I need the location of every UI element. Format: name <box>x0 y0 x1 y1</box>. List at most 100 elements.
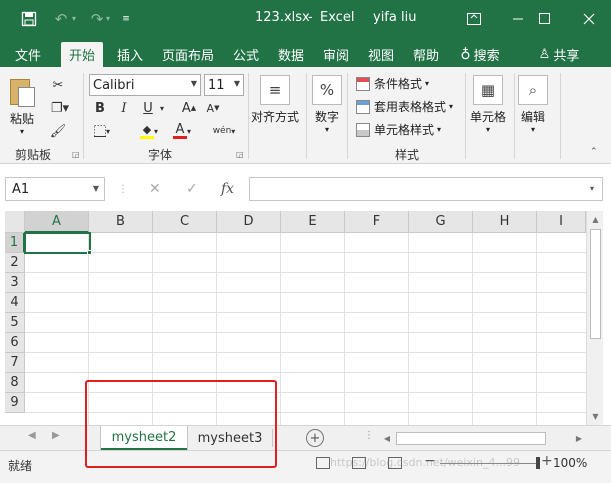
fill-handle[interactable] <box>87 250 92 255</box>
tab-search[interactable]: ♁ 搜索 <box>452 42 508 67</box>
row-header[interactable]: 7 <box>5 353 25 373</box>
scroll-right-icon[interactable]: ▶ <box>572 431 586 446</box>
cell-styles-button[interactable]: 单元格样式 ▾ <box>356 119 441 140</box>
decrease-font-button[interactable]: A ▼ <box>204 98 222 118</box>
ribbon: 粘贴 ▾ ✂ ❐▾ 🖌 剪贴板 ◲ Calibri ▼ 11 ▼ B I U ▾ A… <box>0 67 611 164</box>
ribbon-display-options-icon[interactable] <box>452 0 496 37</box>
column-header[interactable]: I <box>537 211 586 233</box>
next-sheet-icon[interactable]: ▶ <box>52 430 60 441</box>
copy-icon[interactable]: ❐▾ <box>48 98 72 118</box>
number-label: 数字 <box>314 110 339 124</box>
cells-icon: ▦ <box>473 75 503 105</box>
conditional-formatting-icon <box>356 76 370 91</box>
name-box[interactable]: A1 ▼ <box>5 177 105 201</box>
row-header[interactable]: 1 <box>5 233 25 253</box>
zoom-level[interactable]: 100% <box>553 456 587 470</box>
active-cell[interactable] <box>24 232 91 254</box>
zoom-slider-thumb[interactable] <box>536 457 540 469</box>
font-launcher-icon[interactable]: ◲ <box>236 150 244 159</box>
redo-dropdown-icon[interactable]: ▾ <box>102 0 114 37</box>
shrink-font-label: A <box>206 101 215 115</box>
column-header[interactable]: E <box>281 211 345 233</box>
paste-button[interactable]: 粘贴 ▾ <box>8 75 36 136</box>
fill-color-icon[interactable]: ◆ ▾ <box>134 121 164 141</box>
font-color-label: A <box>175 121 185 137</box>
zoom-out-icon[interactable]: − <box>424 453 436 469</box>
row-header[interactable]: 6 <box>5 333 25 353</box>
user-name[interactable]: yifa liu <box>373 10 416 25</box>
expand-formula-bar-icon[interactable]: ▾ <box>590 184 594 193</box>
alignment-button[interactable]: ≡ 对齐方式 <box>251 75 299 125</box>
group-divider <box>306 73 307 159</box>
editing-label: 编辑 <box>520 110 545 124</box>
normal-view-icon[interactable] <box>316 457 330 469</box>
share-button[interactable]: ♙ 共享 <box>534 42 584 67</box>
page-break-view-icon[interactable] <box>388 457 402 469</box>
vertical-scrollbar[interactable]: ▲ ▼ <box>586 211 603 425</box>
add-sheet-icon[interactable]: + <box>306 429 324 447</box>
collapse-ribbon-icon[interactable]: ⌃ <box>590 147 598 157</box>
row-header[interactable]: 4 <box>5 293 25 313</box>
number-format-button[interactable]: % 数字 ▾ <box>312 75 342 134</box>
column-header[interactable]: G <box>409 211 473 233</box>
row-header[interactable]: 5 <box>5 313 25 333</box>
tab-view[interactable]: 视图 <box>361 42 401 67</box>
tab-insert[interactable]: 插入 <box>110 42 150 67</box>
row-header[interactable]: 8 <box>5 373 25 393</box>
zoom-slider[interactable] <box>440 463 540 464</box>
column-header[interactable]: H <box>473 211 537 233</box>
column-header[interactable]: B <box>89 211 153 233</box>
phonetic-guide-icon[interactable]: wén ▾ <box>210 121 238 141</box>
column-header[interactable]: A <box>25 211 89 233</box>
borders-icon[interactable]: ▾ <box>90 121 114 141</box>
underline-button[interactable]: U <box>138 98 158 118</box>
editing-button[interactable]: ⌕ 编辑 ▾ <box>518 75 548 134</box>
row-header[interactable]: 9 <box>5 393 25 413</box>
horizontal-scroll-thumb[interactable] <box>396 432 546 445</box>
close-icon[interactable] <box>567 0 611 37</box>
vertical-scroll-thumb[interactable] <box>590 229 601 339</box>
row-header[interactable]: 3 <box>5 273 25 293</box>
zoom-in-icon[interactable]: + <box>541 453 553 469</box>
insert-function-icon[interactable]: fx <box>221 177 234 201</box>
tab-review[interactable]: 审阅 <box>316 42 356 67</box>
column-header[interactable]: C <box>153 211 217 233</box>
column-header[interactable]: F <box>345 211 409 233</box>
tab-data[interactable]: 数据 <box>271 42 311 67</box>
tab-home[interactable]: 开始 <box>61 42 103 67</box>
conditional-formatting-button[interactable]: 条件格式 ▾ <box>356 73 429 94</box>
horizontal-scrollbar[interactable]: ◀ ▶ <box>380 431 586 446</box>
tab-help[interactable]: 帮助 <box>406 42 446 67</box>
tab-formulas[interactable]: 公式 <box>226 42 266 67</box>
underline-dropdown-icon[interactable]: ▾ <box>156 98 168 118</box>
row-header[interactable]: 2 <box>5 253 25 273</box>
tab-file[interactable]: 文件 <box>8 42 48 67</box>
format-as-table-button[interactable]: 套用表格格式 ▾ <box>356 96 453 117</box>
cells-button[interactable]: ▦ 单元格 ▾ <box>470 75 506 134</box>
font-name-select[interactable]: Calibri ▼ <box>89 74 201 96</box>
clipboard-launcher-icon[interactable]: ◲ <box>72 150 80 159</box>
scroll-up-icon[interactable]: ▲ <box>587 211 604 228</box>
tab-page-layout[interactable]: 页面布局 <box>158 42 218 67</box>
font-size-select[interactable]: 11 ▼ <box>204 74 244 96</box>
increase-font-button[interactable]: A ▲ <box>180 98 198 118</box>
cancel-icon[interactable]: ✕ <box>149 177 161 201</box>
enter-icon[interactable]: ✓ <box>186 177 198 201</box>
scroll-left-icon[interactable]: ◀ <box>380 431 394 446</box>
column-header[interactable]: D <box>217 211 281 233</box>
maximize-icon[interactable] <box>522 0 566 37</box>
customize-quick-access-icon[interactable]: ≡ <box>118 0 134 37</box>
bold-button[interactable]: B <box>90 98 110 118</box>
scroll-down-icon[interactable]: ▼ <box>587 408 604 425</box>
format-painter-icon[interactable]: 🖌 <box>48 121 68 141</box>
italic-button[interactable]: I <box>114 98 134 118</box>
select-all-corner[interactable] <box>5 211 25 233</box>
page-layout-view-icon[interactable] <box>352 457 366 469</box>
cut-icon[interactable]: ✂ <box>48 75 68 95</box>
font-color-icon[interactable]: A ▾ <box>168 121 196 141</box>
tab-split-handle-icon[interactable]: ⋮ <box>364 430 374 441</box>
formula-input[interactable] <box>249 177 603 201</box>
prev-sheet-icon[interactable]: ◀ <box>28 430 36 441</box>
save-icon[interactable] <box>16 0 42 37</box>
undo-dropdown-icon[interactable]: ▾ <box>68 0 80 37</box>
